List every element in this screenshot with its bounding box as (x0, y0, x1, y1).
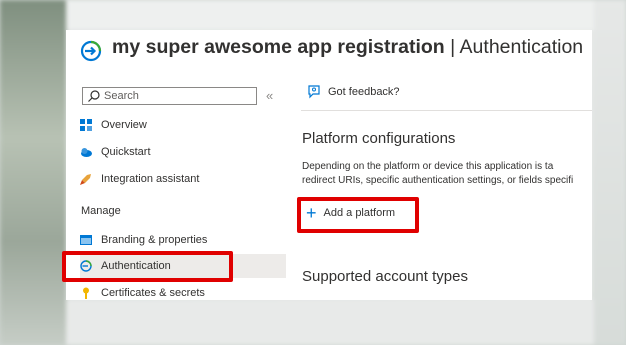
sidebar-item-label: Integration assistant (101, 173, 200, 185)
sidebar-item-label: Quickstart (101, 146, 151, 158)
sidebar-item-branding[interactable]: Branding & properties (80, 228, 286, 252)
sidebar-item-quickstart[interactable]: Quickstart (80, 140, 286, 164)
overview-grid-icon (80, 119, 92, 131)
platform-description-line: redirect URIs, specific authentication s… (302, 175, 574, 186)
app-name: my super awesome app registration (112, 36, 445, 58)
sidebar-item-label: Branding & properties (101, 234, 208, 246)
sidebar-item-overview[interactable]: Overview (80, 113, 286, 137)
page-header: my super awesome app registration | Auth… (66, 30, 592, 78)
quickstart-cloud-icon (81, 148, 92, 157)
search-input[interactable] (104, 90, 254, 102)
sidebar-item-certificates[interactable]: Certificates & secrets (80, 281, 286, 300)
search-icon (88, 90, 100, 102)
title-separator: | (450, 36, 456, 58)
sidebar-item-label: Certificates & secrets (101, 287, 205, 299)
add-platform-highlight-box (297, 197, 419, 233)
search-box[interactable] (82, 87, 257, 105)
collapse-sidebar-button[interactable]: « (266, 88, 273, 103)
branding-icon (80, 235, 92, 245)
toolbar-divider (301, 110, 592, 111)
feedback-button[interactable]: Got feedback? (307, 85, 400, 99)
sidebar-item-integration-assistant[interactable]: Integration assistant (80, 167, 286, 191)
page-name: Authentication (459, 36, 584, 58)
page-title: my super awesome app registration | Auth… (112, 36, 583, 59)
feedback-icon (308, 85, 320, 99)
rocket-icon (80, 174, 91, 185)
feedback-label: Got feedback? (328, 86, 400, 98)
sidebar-item-label: Overview (101, 119, 147, 131)
supported-account-types-heading: Supported account types (302, 268, 468, 285)
key-icon (83, 287, 89, 299)
app-registration-icon (80, 40, 102, 62)
sidebar-section-manage: Manage (81, 205, 121, 217)
platform-description: Depending on the platform or device this… (302, 160, 592, 188)
platform-description-line: Depending on the platform or device this… (302, 161, 554, 172)
platform-configurations-heading: Platform configurations (302, 130, 456, 147)
authentication-highlight-box (62, 251, 233, 282)
